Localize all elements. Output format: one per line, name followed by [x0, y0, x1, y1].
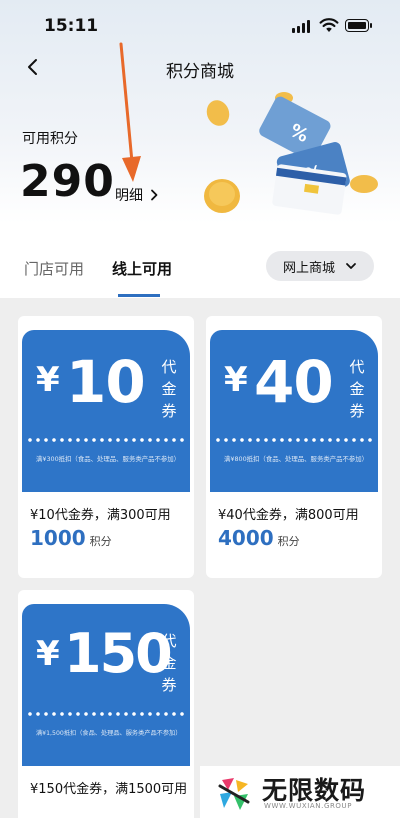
- chevron-right-icon: [151, 189, 158, 201]
- chevron-down-icon: [346, 263, 356, 269]
- points-label: 可用积分: [22, 131, 78, 147]
- perforation: [214, 438, 374, 442]
- coupon-amount: 40: [254, 348, 334, 416]
- tab-store[interactable]: 门店可用: [24, 258, 84, 279]
- coupon-note: 满¥800抵扣（食品、处理品、服务类产品不参加）: [224, 455, 369, 463]
- coupon-ticket: ¥ 150 代金券 满¥1,500抵扣（食品、处理品、服务类产品不参加）: [22, 604, 190, 766]
- mall-dropdown-label: 网上商城: [282, 260, 335, 276]
- coupon-name: ¥40代金券，满800可用: [218, 508, 359, 523]
- coupon-currency: ¥: [224, 360, 248, 400]
- signal-icon: [292, 20, 310, 33]
- wifi-icon: [319, 18, 339, 32]
- watermark-subtext: WWW.WUXIAN.GROUP: [264, 802, 353, 810]
- coupon-points: 1000: [30, 526, 86, 550]
- points-value: 290: [20, 156, 115, 207]
- watermark: 无限数码 WWW.WUXIAN.GROUP: [200, 766, 400, 818]
- perforation: [26, 712, 186, 716]
- coupon-word: 代金券: [161, 358, 177, 420]
- coupon-word: 代金券: [349, 358, 365, 420]
- tab-online[interactable]: 线上可用: [112, 258, 172, 279]
- coupon-ticket: ¥ 40 代金券 满¥800抵扣（食品、处理品、服务类产品不参加）: [210, 330, 378, 492]
- coupon-points: 4000: [218, 526, 274, 550]
- coupon-currency: ¥: [36, 360, 60, 400]
- annotation-arrow: [119, 42, 141, 182]
- coupon-card[interactable]: ¥ 150 代金券 满¥1,500抵扣（食品、处理品、服务类产品不参加） ¥15…: [18, 590, 194, 818]
- watermark-logo-icon: [218, 778, 250, 810]
- coupon-currency: ¥: [36, 634, 60, 674]
- coupon-ticket: ¥ 10 代金券 满¥300抵扣（食品、处理品、服务类产品不参加）: [22, 330, 190, 492]
- coupon-note: 满¥1,500抵扣（食品、处理品、服务类产品不参加）: [36, 730, 182, 737]
- coupon-illustration: % %: [204, 92, 378, 215]
- battery-icon: [345, 19, 372, 32]
- coupon-card[interactable]: ¥ 10 代金券 满¥300抵扣（食品、处理品、服务类产品不参加） ¥10代金券…: [18, 316, 194, 578]
- page-title: 积分商城: [166, 62, 234, 82]
- mall-dropdown[interactable]: 网上商城: [266, 251, 374, 281]
- coupon-price: 4000 积分: [218, 526, 300, 550]
- coupon-amount: 10: [66, 348, 146, 416]
- coupon-card[interactable]: ¥ 40 代金券 满¥800抵扣（食品、处理品、服务类产品不参加） ¥40代金券…: [206, 316, 382, 578]
- coupon-price: 1000 积分: [30, 526, 112, 550]
- active-tab-indicator: [118, 294, 160, 297]
- coupon-name: ¥150代金券，满1500可用: [30, 782, 188, 797]
- coupon-points-unit: 积分: [89, 535, 112, 548]
- coupon-points-unit: 积分: [277, 535, 300, 548]
- coupon-amount: 150: [64, 622, 173, 685]
- coupon-name: ¥10代金券，满300可用: [30, 508, 171, 523]
- status-time: 15:11: [44, 16, 99, 36]
- coupon-word: 代金券: [161, 632, 177, 694]
- perforation: [26, 438, 186, 442]
- status-bar: 15:11: [0, 14, 400, 40]
- coupon-note: 满¥300抵扣（食品、处理品、服务类产品不参加）: [36, 455, 181, 463]
